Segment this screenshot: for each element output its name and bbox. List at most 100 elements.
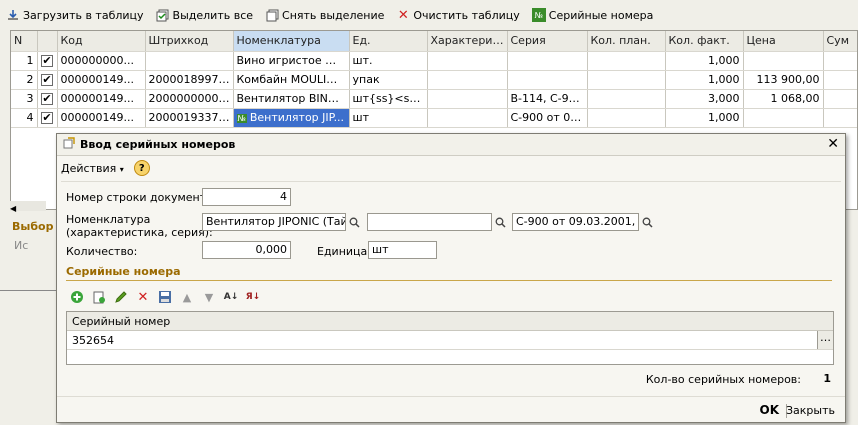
arrow-down-icon[interactable]: ▼	[201, 289, 217, 305]
arrow-up-icon[interactable]: ▲	[179, 289, 195, 305]
close-button[interactable]: Закрыть	[786, 404, 835, 417]
save-icon[interactable]	[157, 289, 173, 305]
nomenclature-field[interactable]: Вентилятор JIPONIC (Тайв.)	[202, 213, 346, 231]
row-checkbox[interactable]: ✔	[37, 51, 58, 71]
cell-series[interactable]	[507, 51, 588, 71]
actions-menu[interactable]: Действия ▾	[61, 162, 124, 175]
cell-sum[interactable]	[823, 70, 857, 90]
cell-price[interactable]	[743, 108, 824, 128]
cell-series[interactable]: B-114, C-90...	[507, 89, 588, 109]
divider	[61, 181, 841, 182]
add-icon[interactable]	[69, 289, 85, 305]
sort-descending-icon[interactable]: Я↓	[245, 289, 261, 305]
row-checkbox[interactable]: ✔	[37, 70, 58, 90]
cell-code[interactable]: 000000000...	[57, 51, 146, 71]
characteristic-field[interactable]	[367, 213, 492, 231]
cell-qty-fact[interactable]: 1,000	[665, 70, 744, 90]
serial-number-value[interactable]: 352654	[72, 334, 114, 347]
cell-code[interactable]: 000000149...	[57, 89, 146, 109]
horizontal-scrollbar[interactable]: ◀	[10, 201, 46, 213]
nomenclature-search-icon[interactable]	[347, 213, 361, 231]
cell-unit[interactable]: шт.	[349, 51, 428, 71]
serials-row[interactable]: 352654 …	[67, 331, 833, 350]
table-row[interactable]: 3 ✔ 000000149... 2000000000916 Вентилято…	[11, 89, 857, 109]
cell-nomenclature[interactable]: Вентилятор BINAT...	[233, 89, 350, 109]
cell-qty-fact[interactable]: 1,000	[665, 51, 744, 71]
cell-unit[interactable]: шт	[349, 108, 428, 128]
cell-code[interactable]: 000000149...	[57, 70, 146, 90]
cell-qty-plan[interactable]	[587, 51, 666, 71]
edit-icon[interactable]	[113, 289, 129, 305]
cell-qty-plan[interactable]	[587, 108, 666, 128]
select-all-button[interactable]: Выделить все	[156, 8, 253, 22]
cell-price[interactable]	[743, 51, 824, 71]
serial-numbers-button[interactable]: № Серийные номера	[531, 8, 653, 22]
row-number-field[interactable]: 4	[202, 188, 291, 206]
copy-icon[interactable]	[91, 289, 107, 305]
characteristic-search-icon[interactable]	[493, 213, 507, 231]
cell-characteristic[interactable]	[427, 51, 508, 71]
table-row[interactable]: 4 ✔ 000000149... 2000019337966 № Вентилят…	[11, 108, 857, 128]
table-row[interactable]: 2 ✔ 000000149... 2000018997789 Комбайн M…	[11, 70, 857, 90]
sort-ascending-icon[interactable]: A↓	[223, 289, 239, 305]
cell-nomenclature-selected[interactable]: № Вентилятор JIP...	[233, 108, 350, 128]
cell-characteristic[interactable]	[427, 108, 508, 128]
cell-sum[interactable]	[823, 108, 857, 128]
col-header-characteristic[interactable]: Характерис...	[427, 31, 508, 52]
cell-barcode[interactable]: 2000000000916	[145, 89, 234, 109]
serial-number-icon: №	[531, 8, 546, 22]
load-table-button[interactable]: Загрузить в таблицу	[6, 8, 144, 22]
serials-count-value: 1	[823, 372, 831, 385]
partial-button[interactable]: Ис	[14, 239, 54, 255]
cell-unit[interactable]: упак	[349, 70, 428, 90]
series-search-icon[interactable]	[640, 213, 654, 231]
cell-price[interactable]: 1 068,00	[743, 89, 824, 109]
cell-sum[interactable]	[823, 89, 857, 109]
cell-barcode[interactable]: 2000019337966	[145, 108, 234, 128]
cell-qty-fact[interactable]: 1,000	[665, 108, 744, 128]
cell-characteristic[interactable]	[427, 70, 508, 90]
cell-characteristic[interactable]	[427, 89, 508, 109]
deselect-button[interactable]: Снять выделение	[265, 8, 384, 22]
col-header-unit[interactable]: Ед.	[349, 31, 428, 52]
col-header-series[interactable]: Серия	[507, 31, 588, 52]
quantity-field[interactable]: 0,000	[202, 241, 291, 259]
cell-barcode[interactable]: 2000018997789	[145, 70, 234, 90]
row-checkbox[interactable]: ✔	[37, 89, 58, 109]
cell-barcode[interactable]	[145, 51, 234, 71]
cell-nomenclature[interactable]: Комбайн MOULINE...	[233, 70, 350, 90]
cell-qty-fact[interactable]: 3,000	[665, 89, 744, 109]
help-icon[interactable]: ?	[133, 160, 150, 176]
row-number: 4	[11, 108, 38, 128]
cell-nomenclature[interactable]: Вино игристое Мос...	[233, 51, 350, 71]
col-header-sum[interactable]: Сум	[823, 31, 857, 52]
close-icon[interactable]: ✕	[827, 136, 839, 152]
col-header-code[interactable]: Код	[57, 31, 146, 52]
series-field[interactable]: C-900 от 09.03.2001, 123	[512, 213, 639, 231]
serials-column-header[interactable]: Серийный номер	[67, 312, 833, 331]
cell-series[interactable]	[507, 70, 588, 90]
cell-price[interactable]: 113 900,00	[743, 70, 824, 90]
col-header-n[interactable]: N	[11, 31, 38, 52]
col-header-price[interactable]: Цена	[743, 31, 824, 52]
col-header-barcode[interactable]: Штрихкод	[145, 31, 234, 52]
col-header-qty-plan[interactable]: Кол. план.	[587, 31, 666, 52]
col-header-nomenclature[interactable]: Номенклатура	[233, 31, 350, 52]
clear-table-button[interactable]: ✕ Очистить таблицу	[396, 8, 520, 23]
cell-qty-plan[interactable]	[587, 70, 666, 90]
ok-button[interactable]: OK	[760, 403, 780, 417]
more-button-icon[interactable]: …	[817, 331, 833, 349]
cell-unit[interactable]: шт{ss}<ss>	[349, 89, 428, 109]
delete-icon[interactable]: ✕	[135, 289, 151, 305]
cell-series[interactable]: C-900 от 09....	[507, 108, 588, 128]
deselect-icon	[265, 8, 279, 22]
unit-field[interactable]: шт	[368, 241, 437, 259]
col-header-check[interactable]	[37, 31, 58, 52]
row-checkbox[interactable]: ✔	[37, 108, 58, 128]
table-row[interactable]: 1 ✔ 000000000... Вино игристое Мос... шт…	[11, 51, 857, 71]
cell-code[interactable]: 000000149...	[57, 108, 146, 128]
cell-sum[interactable]	[823, 51, 857, 71]
serial-numbers-dialog: Ввод серийных номеров ✕ Действия ▾ ? Ном…	[56, 133, 846, 423]
cell-qty-plan[interactable]	[587, 89, 666, 109]
col-header-qty-fact[interactable]: Кол. факт.	[665, 31, 744, 52]
